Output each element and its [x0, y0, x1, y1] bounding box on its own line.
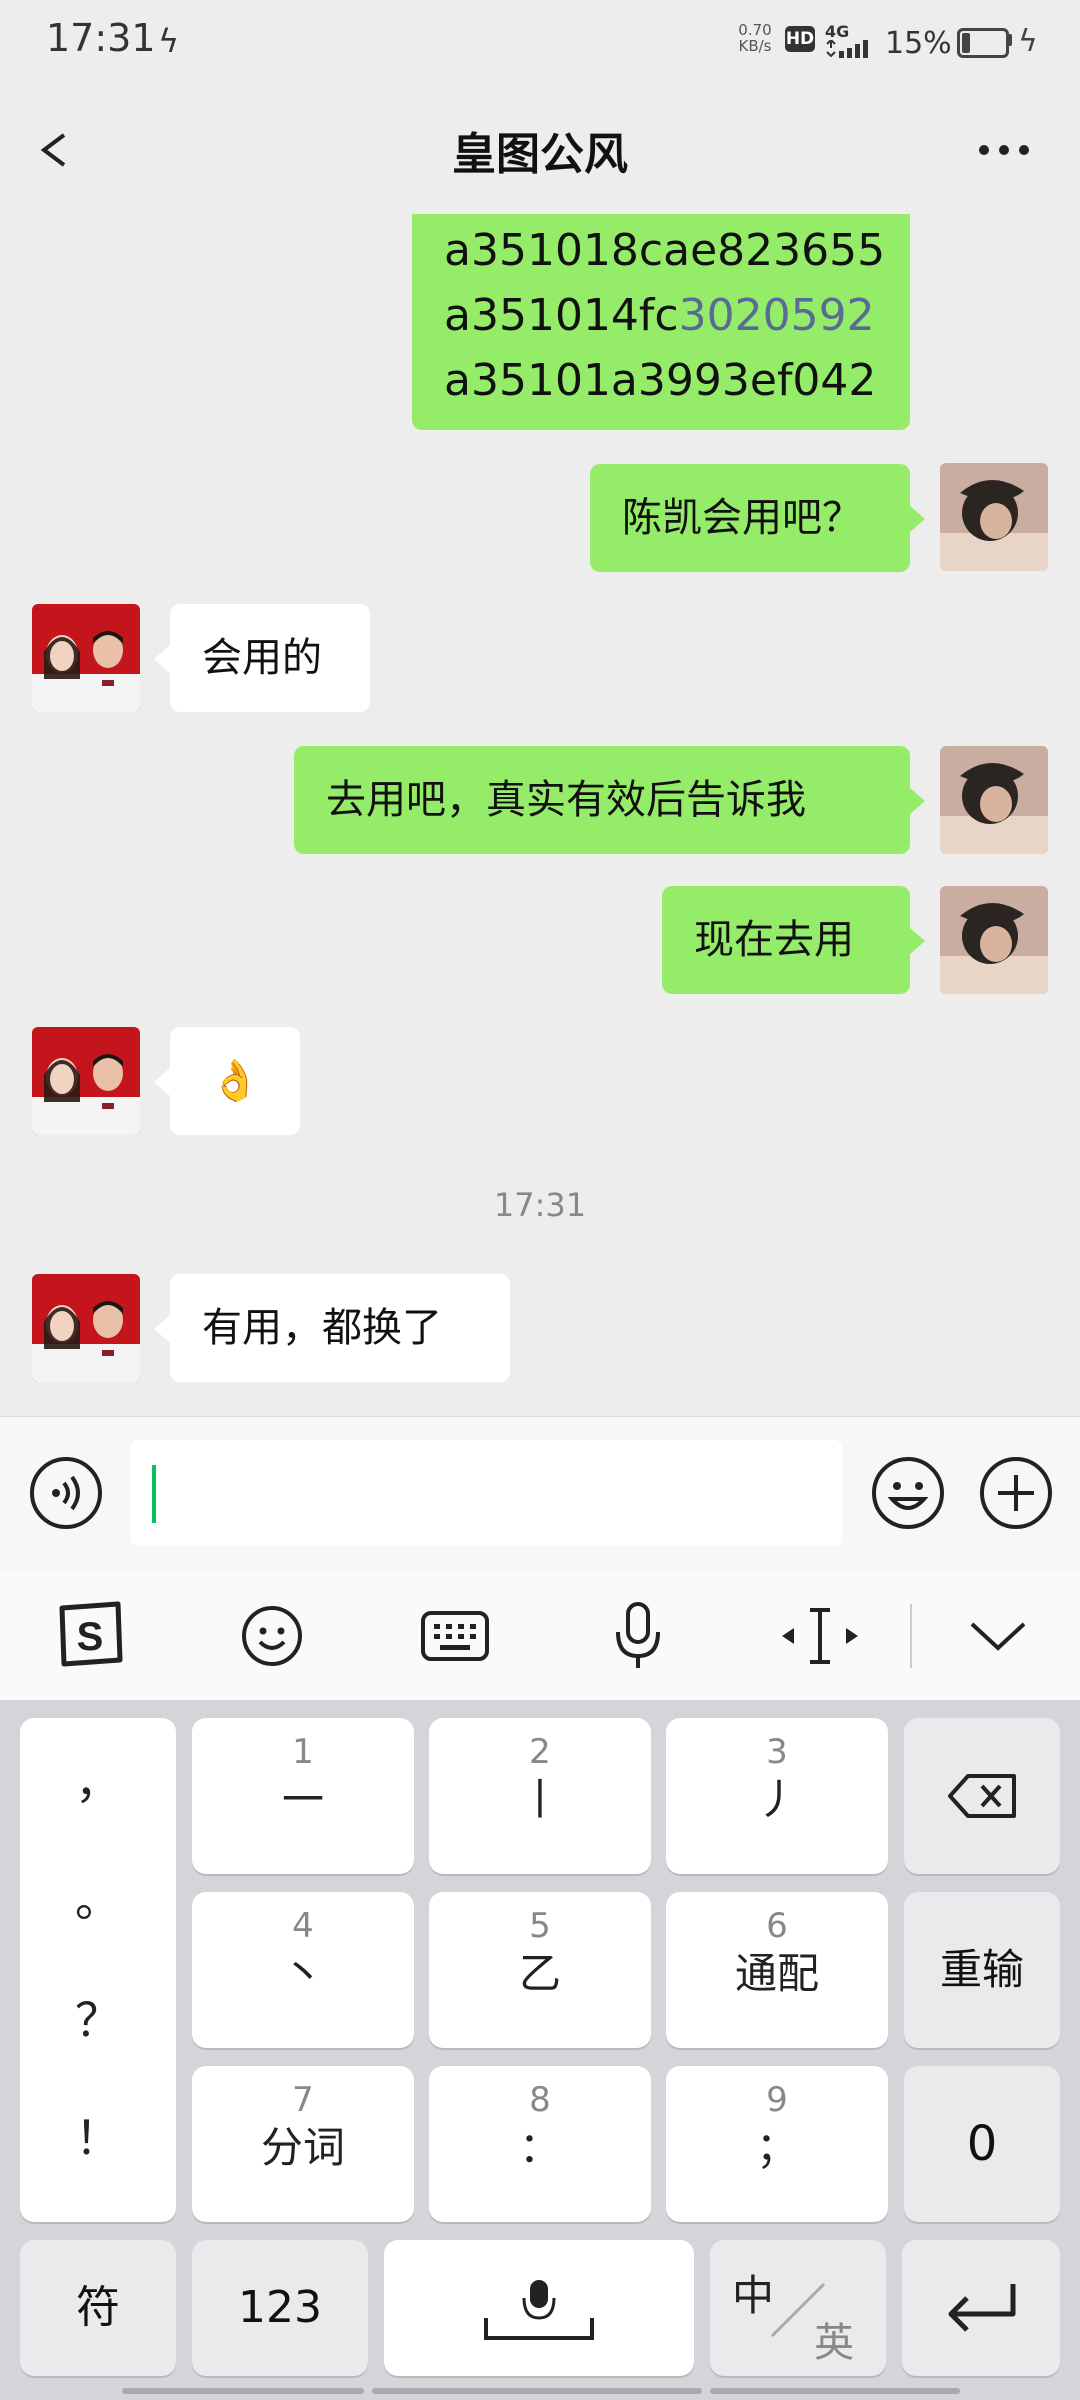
key-question[interactable]: ？ — [20, 1984, 176, 2050]
network-type: 4G — [825, 22, 850, 41]
text-cursor-icon — [782, 1608, 858, 1664]
network-speed: 0.70 KB/s — [738, 21, 772, 55]
my-avatar[interactable] — [940, 463, 1048, 571]
plus-icon — [980, 1457, 1052, 1529]
contact-avatar[interactable] — [32, 1027, 140, 1135]
contact-avatar[interactable] — [32, 604, 140, 712]
sogou-logo-button[interactable]: S — [54, 1600, 126, 1670]
bubble-tail — [909, 927, 925, 955]
message-bubble[interactable]: 去用吧，真实有效后告诉我 — [294, 746, 910, 854]
bubble-tail — [909, 505, 925, 533]
keyboard-toolbar — [0, 1570, 1080, 1700]
more-dots-icon — [979, 145, 1029, 155]
reenter-key[interactable]: 重输 — [904, 1892, 1060, 2048]
battery-percent: 15% — [885, 26, 952, 61]
smiley-icon — [242, 1606, 302, 1666]
message-timestamp: 17:31 — [493, 1186, 587, 1224]
chat-title: 皇图公风 — [452, 129, 628, 180]
flash-icon: ϟ — [158, 22, 180, 60]
charging-icon: ϟ — [1018, 24, 1038, 59]
enter-key[interactable] — [902, 2240, 1060, 2376]
key-period[interactable]: 。 — [20, 1864, 176, 1930]
message-bubble[interactable]: 有用，都换了 — [170, 1274, 510, 1382]
code-line: a351018cae823655 — [444, 225, 886, 276]
key-0[interactable]: 0 — [904, 2066, 1060, 2222]
key-2[interactable]: 2丨 — [429, 1718, 651, 1874]
key-exclamation[interactable]: ！ — [20, 2102, 176, 2168]
voice-icon — [30, 1457, 102, 1529]
plus-button[interactable] — [978, 1455, 1054, 1531]
more-button[interactable] — [970, 120, 1040, 180]
key-6[interactable]: 6 通配 — [666, 1892, 888, 2048]
hide-keyboard-button[interactable] — [966, 1616, 1030, 1656]
status-time: 17:31 — [46, 16, 156, 60]
message-bubble[interactable]: 现在去用 — [662, 886, 910, 994]
key-8[interactable]: 8： — [429, 2066, 651, 2222]
message-bubble[interactable]: 👌 — [170, 1027, 300, 1135]
enter-icon — [948, 2284, 1016, 2332]
language-switch-key[interactable]: 中 英 — [710, 2240, 886, 2376]
code-line: a35101a3993ef042 — [444, 355, 877, 406]
message-bubble-codes[interactable]: a351018cae823655 a351014fc3020592 a35101… — [412, 214, 910, 430]
toolbar-divider — [910, 1604, 912, 1668]
keyboard-icon — [421, 1611, 489, 1661]
emoji-icon — [872, 1457, 944, 1529]
punctuation-column[interactable]: ， 。 ？ ！ — [20, 1718, 176, 2222]
signal-icon — [826, 40, 868, 58]
status-bar: 17:31 ϟ 0.70 KB/s HD 4G 15% ϟ — [0, 0, 1080, 80]
space-mic-icon — [484, 2280, 594, 2340]
hd-badge: HD — [785, 26, 815, 52]
battery-icon — [957, 28, 1009, 58]
svg-text:S: S — [77, 1615, 104, 1659]
message-bubble[interactable]: 陈凯会用吧？ — [590, 464, 910, 572]
key-comma[interactable]: ， — [20, 1746, 176, 1812]
home-indicator — [372, 2388, 702, 2394]
bubble-tail — [909, 787, 925, 815]
text-cursor — [152, 1465, 156, 1523]
key-1[interactable]: 1一 — [192, 1718, 414, 1874]
microphone-icon — [616, 1602, 660, 1668]
bubble-tail — [154, 1315, 170, 1343]
voice-button[interactable] — [28, 1455, 104, 1531]
space-key[interactable] — [384, 2240, 694, 2376]
key-9[interactable]: 9； — [666, 2066, 888, 2222]
key-7[interactable]: 7 分词 — [192, 2066, 414, 2222]
delete-key[interactable] — [904, 1718, 1060, 1874]
number-mode-key[interactable]: 123 — [192, 2240, 368, 2376]
bubble-tail — [154, 1068, 170, 1096]
message-input[interactable] — [130, 1440, 842, 1546]
cursor-move-button[interactable] — [778, 1604, 862, 1668]
symbols-key[interactable]: 符 — [20, 2240, 176, 2376]
ok-hand-emoji: 👌 — [210, 1058, 260, 1104]
home-indicator — [122, 2388, 364, 2394]
backspace-icon — [948, 1774, 1016, 1818]
voice-input-button[interactable] — [610, 1600, 666, 1672]
key-5[interactable]: 5乙 — [429, 1892, 651, 2048]
key-3[interactable]: 3丿 — [666, 1718, 888, 1874]
keyboard-emoji-button[interactable] — [240, 1604, 304, 1668]
my-avatar[interactable] — [940, 746, 1048, 854]
my-avatar[interactable] — [940, 886, 1048, 994]
emoji-button[interactable] — [870, 1455, 946, 1531]
contact-avatar[interactable] — [32, 1274, 140, 1382]
chevron-down-icon — [970, 1622, 1026, 1651]
bubble-tail — [154, 645, 170, 673]
sogou-icon: S — [59, 1601, 123, 1667]
battery-cap — [1008, 34, 1012, 46]
home-indicator — [710, 2388, 960, 2394]
key-4[interactable]: 4丶 — [192, 1892, 414, 2048]
code-line: a351014fc3020592 — [444, 290, 875, 341]
phone-link[interactable]: 3020592 — [679, 290, 875, 341]
keyboard-switch-button[interactable] — [420, 1608, 490, 1664]
lang-en: 英 — [814, 2320, 854, 2366]
message-bubble[interactable]: 会用的 — [170, 604, 370, 712]
